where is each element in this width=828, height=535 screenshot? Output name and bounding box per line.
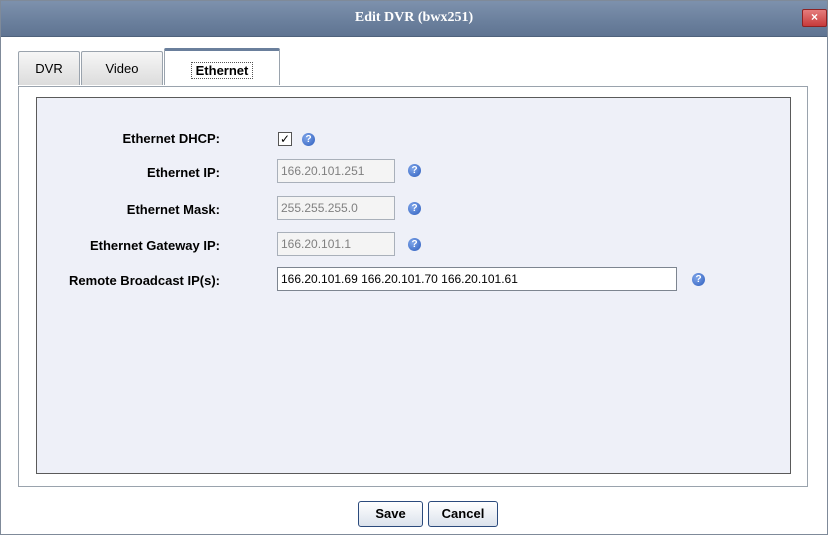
help-icon[interactable]: ? (692, 273, 705, 286)
remote-broadcast-label: Remote Broadcast IP(s): (69, 273, 220, 288)
cancel-button[interactable]: Cancel (428, 501, 498, 527)
edit-dvr-dialog: Edit DVR (bwx251) × DVR Video Ethernet E… (0, 0, 828, 535)
help-icon[interactable]: ? (408, 238, 421, 251)
help-icon[interactable]: ? (408, 202, 421, 215)
dialog-title: Edit DVR (bwx251) (354, 10, 474, 25)
help-icon[interactable]: ? (408, 164, 421, 177)
tab-panel: Ethernet DHCP: ✓ ? Ethernet IP: 166.20.1… (18, 86, 808, 487)
ethernet-gateway-field[interactable]: 166.20.101.1 (277, 232, 395, 256)
ethernet-gateway-label: Ethernet Gateway IP: (89, 238, 220, 253)
ethernet-dhcp-label: Ethernet DHCP: (122, 131, 220, 146)
tab-video[interactable]: Video (81, 51, 163, 85)
ethernet-settings-panel: Ethernet DHCP: ✓ ? Ethernet IP: 166.20.1… (36, 97, 791, 474)
tab-ethernet[interactable]: Ethernet (164, 48, 280, 85)
ethernet-ip-field[interactable]: 166.20.101.251 (277, 159, 395, 183)
title-bar[interactable]: Edit DVR (bwx251) × (1, 1, 827, 37)
help-icon[interactable]: ? (302, 133, 315, 146)
tab-ethernet-label: Ethernet (190, 62, 254, 79)
close-icon[interactable]: × (802, 9, 827, 27)
ethernet-dhcp-checkbox[interactable]: ✓ (278, 132, 292, 146)
tab-strip: DVR Video Ethernet (18, 48, 808, 87)
remote-broadcast-input[interactable]: 166.20.101.69 166.20.101.70 166.20.101.6… (277, 267, 677, 291)
ethernet-mask-label: Ethernet Mask: (126, 202, 220, 217)
ethernet-mask-field[interactable]: 255.255.255.0 (277, 196, 395, 220)
ethernet-ip-label: Ethernet IP: (147, 165, 220, 180)
save-button[interactable]: Save (358, 501, 423, 527)
tab-dvr[interactable]: DVR (18, 51, 80, 85)
check-icon: ✓ (279, 132, 291, 146)
